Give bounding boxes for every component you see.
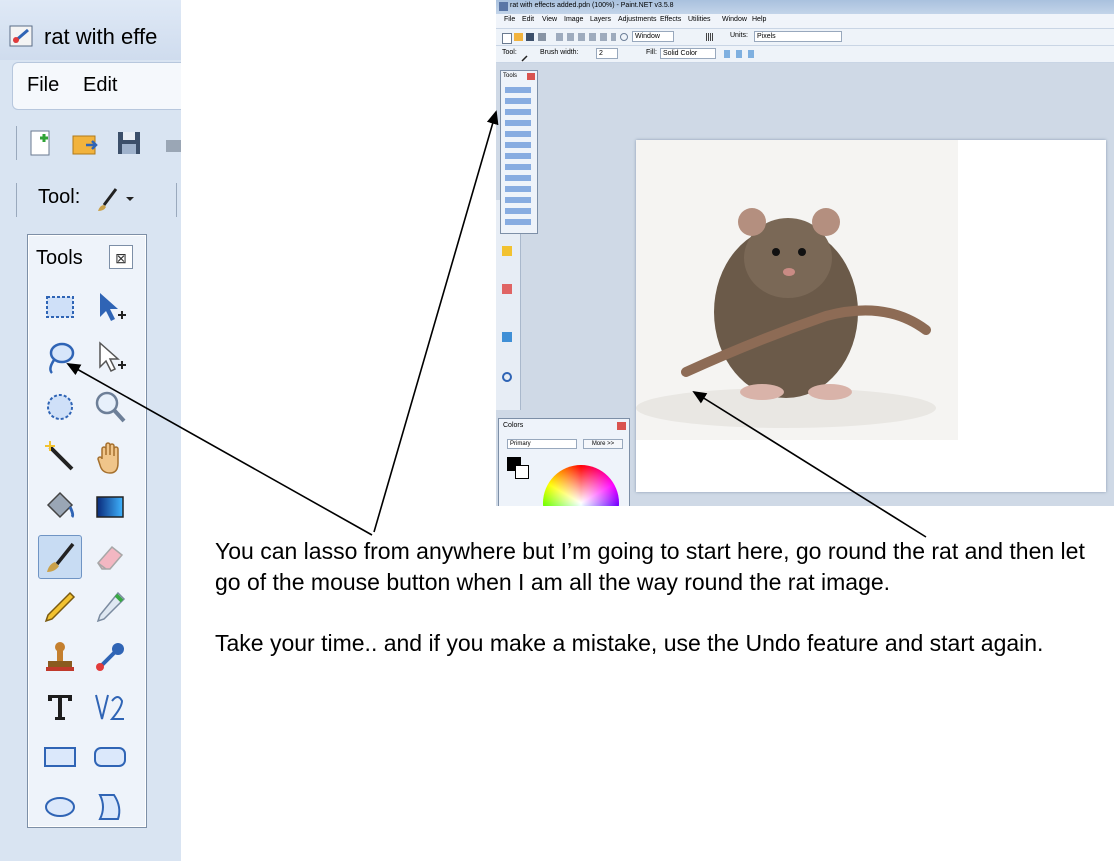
image-canvas[interactable]	[636, 140, 1106, 492]
window-title: rat with effe	[44, 24, 158, 49]
arrow-to-small-lasso	[373, 110, 499, 533]
new-file-icon[interactable]	[502, 33, 512, 44]
layer-icon[interactable]	[502, 332, 512, 342]
zoom-icon[interactable]	[88, 385, 132, 429]
menu-edit[interactable]: Edit	[83, 74, 117, 97]
pencil-icon[interactable]	[502, 246, 512, 256]
tool-icons[interactable]	[505, 85, 531, 225]
more-button[interactable]: More >>	[583, 439, 623, 449]
fill-label: Fill:	[646, 49, 657, 56]
close-icon[interactable]: ⊠	[109, 245, 133, 269]
grid-icon[interactable]	[706, 33, 714, 41]
paintnet-app-icon	[8, 22, 36, 50]
ellipse-select-icon[interactable]	[38, 385, 82, 429]
magic-wand-icon[interactable]	[38, 435, 82, 479]
menu-file[interactable]: File	[27, 74, 59, 97]
colors-window: Colors Primary More >>	[498, 418, 630, 506]
print-icon[interactable]	[164, 128, 181, 163]
brush-width-label: Brush width:	[540, 49, 579, 56]
eraser-icon[interactable]	[502, 284, 512, 294]
save-icon[interactable]	[526, 33, 534, 41]
instruction-paragraph-2: Take your time.. and if you make a mista…	[215, 630, 1044, 656]
window-dropdown[interactable]: Window	[632, 31, 674, 42]
menu-help[interactable]: Help	[752, 16, 766, 23]
tools-window-title: Tools	[503, 73, 518, 79]
fill-dropdown[interactable]: Solid Color	[660, 48, 716, 59]
rectangle-select-icon[interactable]	[38, 285, 82, 329]
tool-options-toolbar: Tool: Brush width: 2 Fill: Solid Color	[496, 46, 1114, 63]
main-toolbar	[0, 116, 181, 170]
clone-stamp-icon[interactable]	[38, 635, 82, 679]
pencil-icon[interactable]	[38, 585, 82, 629]
menu-utilities[interactable]: Utilities	[688, 16, 711, 23]
chevron-down-icon[interactable]	[124, 192, 136, 210]
units-dropdown[interactable]: Pixels	[754, 31, 842, 42]
menu-image[interactable]: Image	[564, 16, 583, 23]
move-selection-icon[interactable]	[88, 285, 132, 329]
menu-bar: File Edit View Image Layers Adjustments …	[496, 14, 1114, 29]
brush-width-input[interactable]: 2	[596, 48, 618, 59]
tools-window: Tools ⊠	[27, 234, 147, 828]
menu-adjustments[interactable]: Adjustments	[618, 16, 657, 23]
paintbrush-icon[interactable]	[38, 535, 82, 579]
title-bar: rat with effects added.pdn (100%) - Pain…	[496, 0, 1114, 14]
lasso-select-icon[interactable]	[38, 335, 82, 379]
paintnet-window-screenshot: rat with effects added.pdn (100%) - Pain…	[496, 0, 1114, 506]
paintbrush-icon[interactable]	[94, 185, 122, 220]
edit-toolbar-icons[interactable]	[556, 33, 616, 41]
text-icon[interactable]	[38, 685, 82, 729]
freeform-shape-icon[interactable]	[88, 785, 132, 829]
tool-label: Tool:	[38, 186, 81, 208]
eraser-icon[interactable]	[88, 535, 132, 579]
tools-window: Tools	[500, 70, 538, 234]
open-file-icon[interactable]	[70, 128, 100, 163]
menu-window[interactable]: Window	[722, 16, 747, 23]
paintnet-app-icon	[499, 2, 508, 11]
tool-options-toolbar: Tool:	[0, 175, 181, 225]
main-toolbar: Window Units: Pixels	[496, 29, 1114, 46]
instruction-text: You can lasso from anywhere but I’m goin…	[215, 536, 1095, 689]
open-file-icon[interactable]	[514, 33, 523, 41]
menu-file[interactable]: File	[504, 16, 515, 23]
print-icon[interactable]	[538, 33, 546, 41]
gradient-icon[interactable]	[88, 485, 132, 529]
primary-dropdown[interactable]: Primary	[507, 439, 577, 449]
close-icon[interactable]	[617, 422, 626, 430]
ellipse-shape-icon[interactable]	[38, 785, 82, 829]
color-picker-icon[interactable]	[88, 585, 132, 629]
colors-window-title: Colors	[503, 422, 524, 429]
rectangle-shape-icon[interactable]	[38, 735, 82, 779]
recolor-icon[interactable]	[88, 635, 132, 679]
color-wheel-saturation	[543, 465, 619, 506]
line-curve-icon[interactable]	[88, 685, 132, 729]
new-file-icon[interactable]	[26, 128, 56, 163]
zoomed-paintnet-crop: rat with effe File Edit Tool: Tools ⊠	[0, 0, 181, 861]
move-selected-icon[interactable]	[88, 335, 132, 379]
title-bar: rat with effe	[0, 0, 181, 60]
menu-edit[interactable]: Edit	[522, 16, 534, 23]
menu-view[interactable]: View	[542, 16, 557, 23]
rounded-rectangle-icon[interactable]	[88, 735, 132, 779]
pan-hand-icon[interactable]	[88, 435, 132, 479]
menu-layers[interactable]: Layers	[590, 16, 611, 23]
instruction-paragraph-1: You can lasso from anywhere but I’m goin…	[215, 538, 1085, 595]
window-title: rat with effects added.pdn (100%) - Pain…	[510, 2, 674, 9]
undo-icon[interactable]	[502, 372, 512, 382]
units-label: Units:	[730, 32, 748, 39]
tools-window-title: Tools	[36, 247, 83, 269]
secondary-color-swatch[interactable]	[515, 465, 529, 479]
zoom-icon[interactable]	[620, 33, 628, 41]
menu-effects[interactable]: Effects	[660, 16, 681, 23]
rat-image	[636, 140, 958, 440]
blend-mode-icons[interactable]	[724, 50, 754, 58]
paintbrush-icon[interactable]	[520, 50, 528, 62]
menu-bar: File Edit	[12, 62, 181, 110]
paint-bucket-icon[interactable]	[38, 485, 82, 529]
close-icon[interactable]	[527, 73, 535, 80]
save-icon[interactable]	[114, 128, 144, 163]
tool-label: Tool:	[502, 49, 517, 56]
